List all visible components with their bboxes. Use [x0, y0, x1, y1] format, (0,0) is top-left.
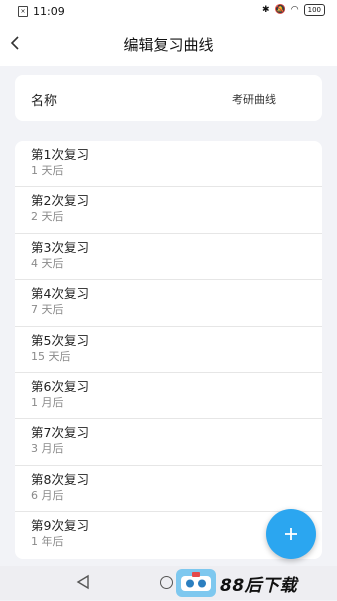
add-review-button[interactable]	[266, 509, 316, 559]
wifi-icon: ◠	[290, 5, 299, 15]
review-interval: 1 月后	[31, 395, 64, 409]
review-interval: 1 天后	[31, 164, 64, 177]
app-header: 编辑复习曲线	[0, 22, 337, 66]
watermark-text: 88后下载	[220, 575, 298, 596]
review-title: 第3次复习	[31, 239, 89, 255]
review-interval: 4 天后	[31, 256, 64, 270]
review-title: 第5次复习	[31, 332, 89, 348]
review-interval: 6 月后	[31, 488, 64, 502]
name-value[interactable]: 考研曲线	[232, 91, 276, 107]
review-title: 第7次复习	[31, 425, 89, 441]
review-item[interactable]: 第8次复习 6 月后	[15, 466, 322, 513]
review-item[interactable]: 第6次复习 1 月后	[15, 373, 322, 420]
review-item[interactable]: 第2次复习 2 天后	[15, 187, 322, 234]
page-title: 编辑复习曲线	[123, 36, 214, 54]
watermark-logo-icon	[176, 569, 216, 597]
plus-icon	[285, 528, 297, 540]
battery-indicator: 100	[303, 4, 325, 16]
review-item[interactable]: 第3次复习 4 天后	[15, 234, 322, 281]
name-field[interactable]: 名称 考研曲线	[15, 75, 322, 121]
watermark: 88后下载	[176, 566, 297, 600]
review-title: 第1次复习	[31, 147, 89, 162]
review-title: 第6次复习	[31, 378, 89, 394]
review-interval: 7 天后	[31, 303, 64, 317]
review-title: 第8次复习	[31, 471, 89, 487]
mute-icon: 🔕	[274, 5, 286, 15]
review-interval: 2 天后	[31, 210, 64, 224]
review-list: 第1次复习 1 天后 第2次复习 2 天后 第3次复习 4 天后 第4次复习 7…	[15, 141, 322, 559]
status-time: 11:09	[33, 5, 65, 18]
status-bar: × 11:09 ✱ 🔕 ◠ 100	[0, 0, 337, 22]
review-item[interactable]: 第4次复习 7 天后	[15, 280, 322, 327]
review-item[interactable]: 第7次复习 3 月后	[15, 419, 322, 466]
review-title: 第2次复习	[31, 193, 89, 209]
nav-back-icon[interactable]	[75, 574, 91, 590]
nav-home-icon[interactable]	[160, 576, 173, 589]
review-title: 第4次复习	[31, 286, 89, 302]
review-item[interactable]: 第1次复习 1 天后	[15, 141, 322, 188]
review-item[interactable]: 第5次复习 15 天后	[15, 327, 322, 373]
sim-icon: ×	[18, 6, 28, 17]
name-label: 名称	[31, 94, 58, 109]
review-interval: 3 月后	[31, 442, 64, 456]
bluetooth-icon: ✱	[262, 5, 270, 15]
review-interval: 15 天后	[31, 349, 71, 363]
